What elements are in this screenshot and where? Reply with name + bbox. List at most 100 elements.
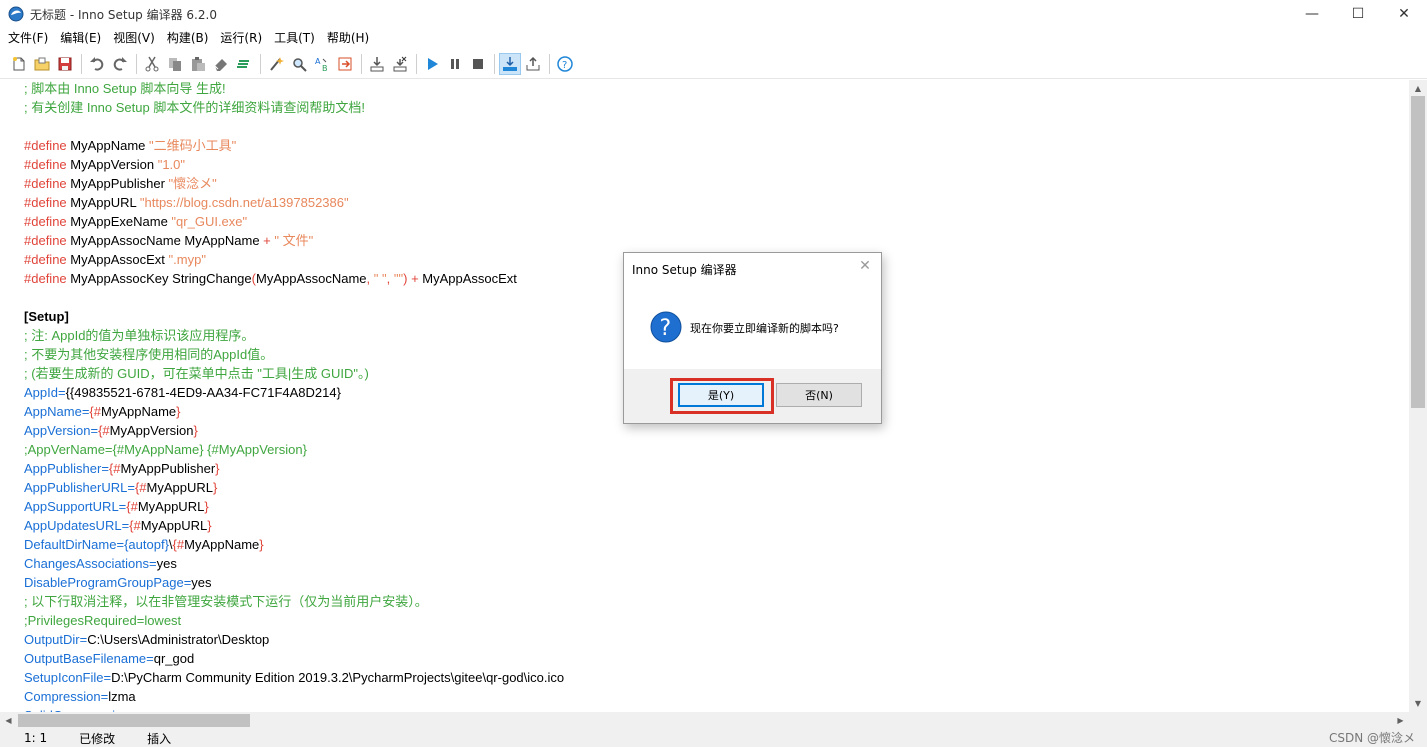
code-token: {# <box>129 518 141 533</box>
code-line: #define MyAppExeName "qr_GUI.exe" <box>24 212 564 231</box>
code-token: "" <box>393 271 404 286</box>
code-token: {# <box>172 537 185 552</box>
menu-run[interactable]: 运行(R) <box>214 28 268 48</box>
no-button[interactable]: 否(N) <box>776 383 862 407</box>
code-token: = <box>101 461 109 476</box>
vertical-scrollbar[interactable]: ▲ ▼ <box>1409 80 1427 712</box>
insert-mode: 插入 <box>147 731 172 746</box>
menu-view[interactable]: 视图(V) <box>107 28 161 48</box>
menu-build[interactable]: 构建(B) <box>161 28 215 48</box>
undo-icon[interactable] <box>86 53 108 75</box>
pause-icon[interactable] <box>444 53 466 75</box>
code-token: , <box>386 271 394 286</box>
code-token: AppSupportURL <box>24 499 119 514</box>
window-controls: — ☐ ✕ <box>1289 0 1427 28</box>
open-icon[interactable] <box>31 53 53 75</box>
dialog-close-button[interactable]: ✕ <box>857 258 873 276</box>
code-token: AppPublisherURL <box>24 480 128 495</box>
upload-icon[interactable] <box>522 53 544 75</box>
paste-icon[interactable] <box>187 53 209 75</box>
new-file-icon[interactable] <box>8 53 30 75</box>
close-button[interactable]: ✕ <box>1381 0 1427 28</box>
maximize-button[interactable]: ☐ <box>1335 0 1381 28</box>
toolbar-separator <box>549 53 550 74</box>
menu-file[interactable]: 文件(F) <box>2 28 54 48</box>
code-token: ChangesAssociations <box>24 556 150 571</box>
menu-help[interactable]: 帮助(H) <box>321 28 375 48</box>
code-token: {# <box>98 423 110 438</box>
code-line: DefaultDirName={autopf}\{#MyAppName} <box>24 535 564 554</box>
stop-icon[interactable] <box>467 53 489 75</box>
code-line: AppSupportURL={#MyAppURL} <box>24 497 564 516</box>
code-token: {# <box>89 404 101 419</box>
copy-icon[interactable] <box>164 53 186 75</box>
code-token: OutputDir <box>24 632 80 647</box>
menu-tools[interactable]: 工具(T) <box>268 28 321 48</box>
code-token: #define <box>24 214 67 229</box>
svg-text:?: ? <box>660 316 672 341</box>
code-token: ; 以下行取消注释，以在非管理安装模式下运行（仅为当前用户安装）。 <box>24 594 428 609</box>
compile-icon[interactable] <box>366 53 388 75</box>
code-token: {# <box>126 499 138 514</box>
code-token: MyAppURL <box>66 195 140 210</box>
code-token: MyAppVersion <box>109 423 194 438</box>
code-token: " 文件" <box>274 233 314 248</box>
code-token: MyAppPublisher <box>120 461 216 476</box>
code-token: = <box>90 423 99 438</box>
code-token: ; 脚本由 Inno Setup 脚本向导 生成! <box>24 81 226 96</box>
code-token: #define <box>24 157 67 172</box>
run-icon[interactable] <box>421 53 443 75</box>
code-token: {autopf} <box>124 537 169 552</box>
code-line: ; 有关创建 Inno Setup 脚本文件的详细资料请查阅帮助文档! <box>24 98 564 117</box>
scrollbar-corner <box>1409 712 1427 729</box>
help-icon[interactable]: ? <box>554 53 576 75</box>
code-line: #define MyAppAssocKey StringChange(MyApp… <box>24 269 564 288</box>
replace-icon[interactable]: AB <box>311 53 333 75</box>
code-token: " " <box>373 271 387 286</box>
goto-icon[interactable] <box>334 53 356 75</box>
code-token: } <box>193 423 198 438</box>
redo-icon[interactable] <box>109 53 131 75</box>
save-icon[interactable] <box>54 53 76 75</box>
cursor-position: 1: 1 <box>24 731 48 745</box>
code-line: #define MyAppAssocExt ".myp" <box>24 250 564 269</box>
code-token: } <box>215 461 220 476</box>
cut-icon[interactable] <box>141 53 163 75</box>
find-icon[interactable] <box>288 53 310 75</box>
code-token: "1.0" <box>157 157 186 172</box>
code-token: C:\Users\Administrator\Desktop <box>87 632 270 647</box>
scroll-left-icon[interactable]: ◀ <box>0 712 17 729</box>
horizontal-scroll-thumb[interactable] <box>18 714 250 727</box>
code-line: #define MyAppName "二维码小工具" <box>24 136 564 155</box>
code-token: AppVersion <box>24 423 91 438</box>
target-icon[interactable] <box>499 52 521 75</box>
wizard-icon[interactable] <box>265 53 287 75</box>
code-token: SetupIconFile <box>24 670 104 685</box>
horizontal-scrollbar[interactable]: ◀ ▶ <box>0 712 1409 729</box>
code-token: [Setup] <box>24 309 69 324</box>
format-icon[interactable] <box>233 53 255 75</box>
stop-compile-icon[interactable] <box>389 53 411 75</box>
code-token: yes <box>156 556 177 571</box>
code-token: MyAppName <box>100 404 177 419</box>
eraser-icon[interactable] <box>210 53 232 75</box>
code-token: MyAppURL <box>146 480 213 495</box>
window-title: 无标题 - Inno Setup 编译器 6.2.0 <box>30 7 217 22</box>
code-token: "懷淰メ" <box>168 176 217 191</box>
code-token: ;PrivilegesRequired=lowest <box>24 613 182 628</box>
code-line: ;AppVerName={#MyAppName} {#MyAppVersion} <box>24 440 564 459</box>
code-token: ; 不要为其他安装程序使用相同的AppId值。 <box>24 347 274 362</box>
scroll-right-icon[interactable]: ▶ <box>1392 712 1409 729</box>
scroll-up-icon[interactable]: ▲ <box>1409 80 1427 97</box>
code-token: D:\PyCharm Community Edition 2019.3.2\Py… <box>111 670 565 685</box>
menu-edit[interactable]: 编辑(E) <box>54 28 107 48</box>
code-token: MyAppVersion <box>66 157 158 172</box>
minimize-button[interactable]: — <box>1289 0 1335 28</box>
scroll-down-icon[interactable]: ▼ <box>1409 695 1427 712</box>
vertical-scroll-thumb[interactable] <box>1411 96 1425 408</box>
toolbar-separator <box>81 53 82 74</box>
code-line: OutputBaseFilename=qr_god <box>24 649 564 668</box>
code-line: ChangesAssociations=yes <box>24 554 564 573</box>
code-line: #define MyAppPublisher "懷淰メ" <box>24 174 564 193</box>
yes-button[interactable]: 是(Y) <box>678 383 764 407</box>
